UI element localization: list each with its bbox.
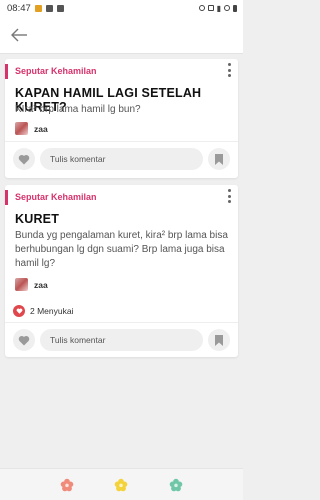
likes-count[interactable]: 2 Menyukai <box>30 306 73 316</box>
status-time: 08:47 <box>7 2 31 14</box>
heart-icon <box>18 335 30 345</box>
flower-pink-icon[interactable] <box>59 477 75 493</box>
more-options-icon[interactable] <box>227 63 231 77</box>
signal-icon: ▮ <box>216 3 221 13</box>
photo-icon <box>45 4 53 12</box>
status-bar: 08:47 ▮ <box>0 0 243 16</box>
post-card[interactable]: Seputar Kehamilan KURET Bunda yg pengala… <box>5 185 238 357</box>
bottom-nav <box>0 468 243 500</box>
divider <box>5 322 238 323</box>
comment-input[interactable]: Tulis komentar <box>40 148 203 170</box>
likes-summary[interactable]: 2 Menyukai <box>13 305 73 317</box>
app-bar <box>0 16 243 54</box>
alert-icon <box>34 4 42 12</box>
status-right: ▮ <box>198 3 237 13</box>
bookmark-button[interactable] <box>208 148 230 170</box>
flower-yellow-icon[interactable] <box>113 477 129 493</box>
author-name[interactable]: zaa <box>34 124 48 134</box>
post-actions: Tulis komentar <box>13 329 230 351</box>
comment-input[interactable]: Tulis komentar <box>40 329 203 351</box>
post-category[interactable]: Seputar Kehamilan <box>5 64 97 79</box>
avatar[interactable] <box>15 278 28 291</box>
more-options-icon[interactable] <box>227 189 231 203</box>
post-author[interactable]: zaa <box>15 122 48 135</box>
heart-icon <box>18 154 30 164</box>
flower-green-icon[interactable] <box>168 477 184 493</box>
back-arrow-icon[interactable] <box>9 25 29 45</box>
post-actions: Tulis komentar <box>13 148 230 170</box>
post-body: Bunda yg pengalaman kuret, kira² brp lam… <box>15 230 228 269</box>
alarm-icon <box>198 5 205 11</box>
bookmark-button[interactable] <box>208 329 230 351</box>
avatar[interactable] <box>15 122 28 135</box>
divider <box>5 141 238 142</box>
liked-heart-icon <box>13 305 25 317</box>
like-button[interactable] <box>13 329 35 351</box>
bookmark-icon <box>215 334 223 346</box>
post-body: KIra² brp lama hamil lg bun? <box>15 104 141 115</box>
bookmark-icon <box>215 153 223 165</box>
post-author[interactable]: zaa <box>15 278 48 291</box>
notification-icon <box>56 4 64 12</box>
author-name[interactable]: zaa <box>34 280 48 290</box>
status-left: 08:47 <box>7 3 64 14</box>
dnd-icon <box>224 5 230 11</box>
post-card[interactable]: Seputar Kehamilan KAPAN HAMIL LAGI SETEL… <box>5 59 238 178</box>
like-button[interactable] <box>13 148 35 170</box>
vibrate-icon <box>207 5 214 11</box>
post-category[interactable]: Seputar Kehamilan <box>5 190 97 205</box>
post-title: KURET <box>15 212 60 226</box>
battery-icon <box>233 4 237 12</box>
